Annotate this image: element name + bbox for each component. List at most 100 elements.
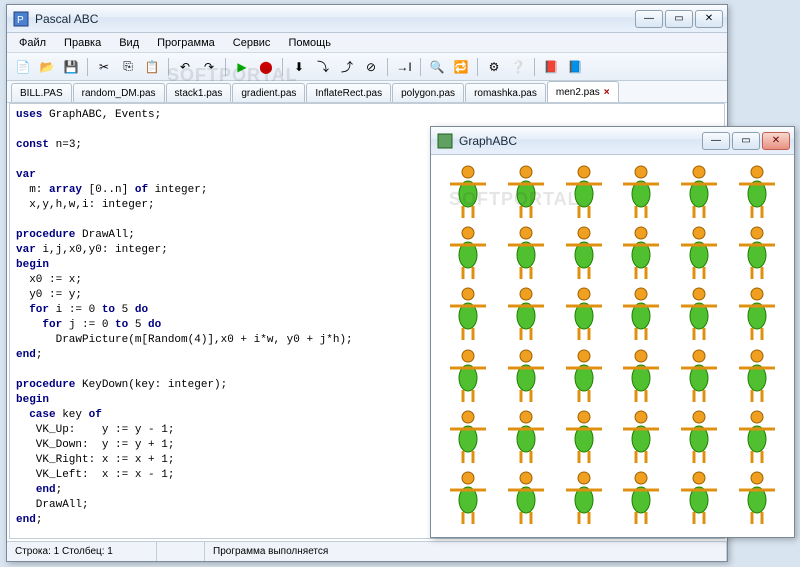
toolbar-separator xyxy=(534,58,535,76)
sprite-figure xyxy=(728,406,786,467)
tab-inflaterect[interactable]: InflateRect.pas xyxy=(306,83,391,102)
graph-close-button[interactable]: ✕ xyxy=(762,132,790,150)
sprite-figure xyxy=(612,468,670,529)
copy-icon[interactable]: ⎘ xyxy=(118,57,138,77)
toolbar-separator xyxy=(87,58,88,76)
sprite-figure xyxy=(728,468,786,529)
cut-icon[interactable]: ✂ xyxy=(94,57,114,77)
graph-titlebar[interactable]: GraphABC — ▭ ✕ xyxy=(431,127,794,155)
graph-app-icon xyxy=(437,133,453,149)
menu-program[interactable]: Программа xyxy=(149,35,223,51)
replace-icon[interactable]: 🔁 xyxy=(451,57,471,77)
sprite-figure xyxy=(728,161,786,222)
graph-window: GraphABC — ▭ ✕ xyxy=(430,126,795,538)
sprite-figure xyxy=(670,284,728,345)
find-icon[interactable]: 🔍 xyxy=(427,57,447,77)
run-icon[interactable]: ▶ xyxy=(232,57,252,77)
tab-men2[interactable]: men2.pas× xyxy=(547,81,619,102)
sprite-figure xyxy=(670,222,728,283)
ide-title: Pascal ABC xyxy=(35,12,635,26)
sprite-figure xyxy=(670,345,728,406)
settings-icon[interactable]: ⚙ xyxy=(484,57,504,77)
svg-text:P: P xyxy=(17,15,24,26)
toolbar: 📄 📂 💾 ✂ ⎘ 📋 ↶ ↷ ▶ ⬤ ⬇ ⤵ ⤴ ⊘ →I 🔍 🔁 ⚙ ❔ 📕… xyxy=(7,53,727,81)
sprite-figure xyxy=(497,161,555,222)
status-position: Строка: 1 Столбец: 1 xyxy=(7,542,157,561)
sprite-figure xyxy=(555,468,613,529)
new-file-icon[interactable]: 📄 xyxy=(13,57,33,77)
sprite-figure xyxy=(439,345,497,406)
sprite-figure xyxy=(612,161,670,222)
menu-edit[interactable]: Правка xyxy=(56,35,109,51)
step-out-icon[interactable]: ⤴ xyxy=(337,57,357,77)
sprite-figure xyxy=(497,406,555,467)
paste-icon[interactable]: 📋 xyxy=(142,57,162,77)
sprite-figure xyxy=(612,345,670,406)
sprite-figure xyxy=(555,406,613,467)
status-run: Программа выполняется xyxy=(205,542,727,561)
sprite-figure xyxy=(439,468,497,529)
menu-view[interactable]: Вид xyxy=(111,35,147,51)
sprite-figure xyxy=(439,406,497,467)
doc2-icon[interactable]: 📘 xyxy=(565,57,585,77)
graph-title: GraphABC xyxy=(459,134,702,148)
goto-icon[interactable]: →I xyxy=(394,57,414,77)
help-icon[interactable]: ❔ xyxy=(508,57,528,77)
ide-titlebar[interactable]: P Pascal ABC — ▭ ✕ xyxy=(7,5,727,33)
menu-file[interactable]: Файл xyxy=(11,35,54,51)
step-over-icon[interactable]: ⤵ xyxy=(313,57,333,77)
sprite-figure xyxy=(497,345,555,406)
status-blank xyxy=(157,542,205,561)
menu-help[interactable]: Помощь xyxy=(280,35,339,51)
graph-maximize-button[interactable]: ▭ xyxy=(732,132,760,150)
tab-romashka[interactable]: romashka.pas xyxy=(465,83,546,102)
tab-polygon[interactable]: polygon.pas xyxy=(392,83,464,102)
undo-icon[interactable]: ↶ xyxy=(175,57,195,77)
sprite-figure xyxy=(497,468,555,529)
sprite-figure xyxy=(555,222,613,283)
save-icon[interactable]: 💾 xyxy=(61,57,81,77)
sprite-figure xyxy=(612,284,670,345)
stop-icon[interactable]: ⬤ xyxy=(256,57,276,77)
breakpoint-icon[interactable]: ⊘ xyxy=(361,57,381,77)
sprite-figure xyxy=(439,161,497,222)
open-file-icon[interactable]: 📂 xyxy=(37,57,57,77)
sprite-figure xyxy=(670,406,728,467)
sprite-figure xyxy=(439,284,497,345)
sprite-figure xyxy=(728,284,786,345)
sprite-figure xyxy=(728,345,786,406)
sprite-figure xyxy=(728,222,786,283)
toolbar-separator xyxy=(420,58,421,76)
toolbar-separator xyxy=(387,58,388,76)
close-button[interactable]: ✕ xyxy=(695,10,723,28)
sprite-figure xyxy=(439,222,497,283)
sprite-figure xyxy=(497,222,555,283)
redo-icon[interactable]: ↷ xyxy=(199,57,219,77)
menubar: Файл Правка Вид Программа Сервис Помощь xyxy=(7,33,727,53)
sprite-figure xyxy=(555,284,613,345)
doc1-icon[interactable]: 📕 xyxy=(541,57,561,77)
tabbar: BILL.PAS random_DM.pas stack1.pas gradie… xyxy=(7,81,727,103)
graph-canvas xyxy=(433,155,792,535)
graph-minimize-button[interactable]: — xyxy=(702,132,730,150)
sprite-figure xyxy=(555,345,613,406)
sprite-figure xyxy=(497,284,555,345)
tab-close-icon[interactable]: × xyxy=(604,87,610,98)
sprite-figure xyxy=(670,468,728,529)
toolbar-separator xyxy=(282,58,283,76)
sprite-figure xyxy=(670,161,728,222)
maximize-button[interactable]: ▭ xyxy=(665,10,693,28)
tab-gradient[interactable]: gradient.pas xyxy=(232,83,305,102)
tab-stack1[interactable]: stack1.pas xyxy=(166,83,232,102)
toolbar-separator xyxy=(477,58,478,76)
toolbar-separator xyxy=(225,58,226,76)
toolbar-separator xyxy=(168,58,169,76)
sprite-figure xyxy=(612,406,670,467)
sprite-figure xyxy=(612,222,670,283)
step-into-icon[interactable]: ⬇ xyxy=(289,57,309,77)
statusbar: Строка: 1 Столбец: 1 Программа выполняет… xyxy=(7,541,727,561)
tab-bill[interactable]: BILL.PAS xyxy=(11,83,72,102)
minimize-button[interactable]: — xyxy=(635,10,663,28)
tab-random-dm[interactable]: random_DM.pas xyxy=(73,83,165,102)
menu-service[interactable]: Сервис xyxy=(225,35,279,51)
